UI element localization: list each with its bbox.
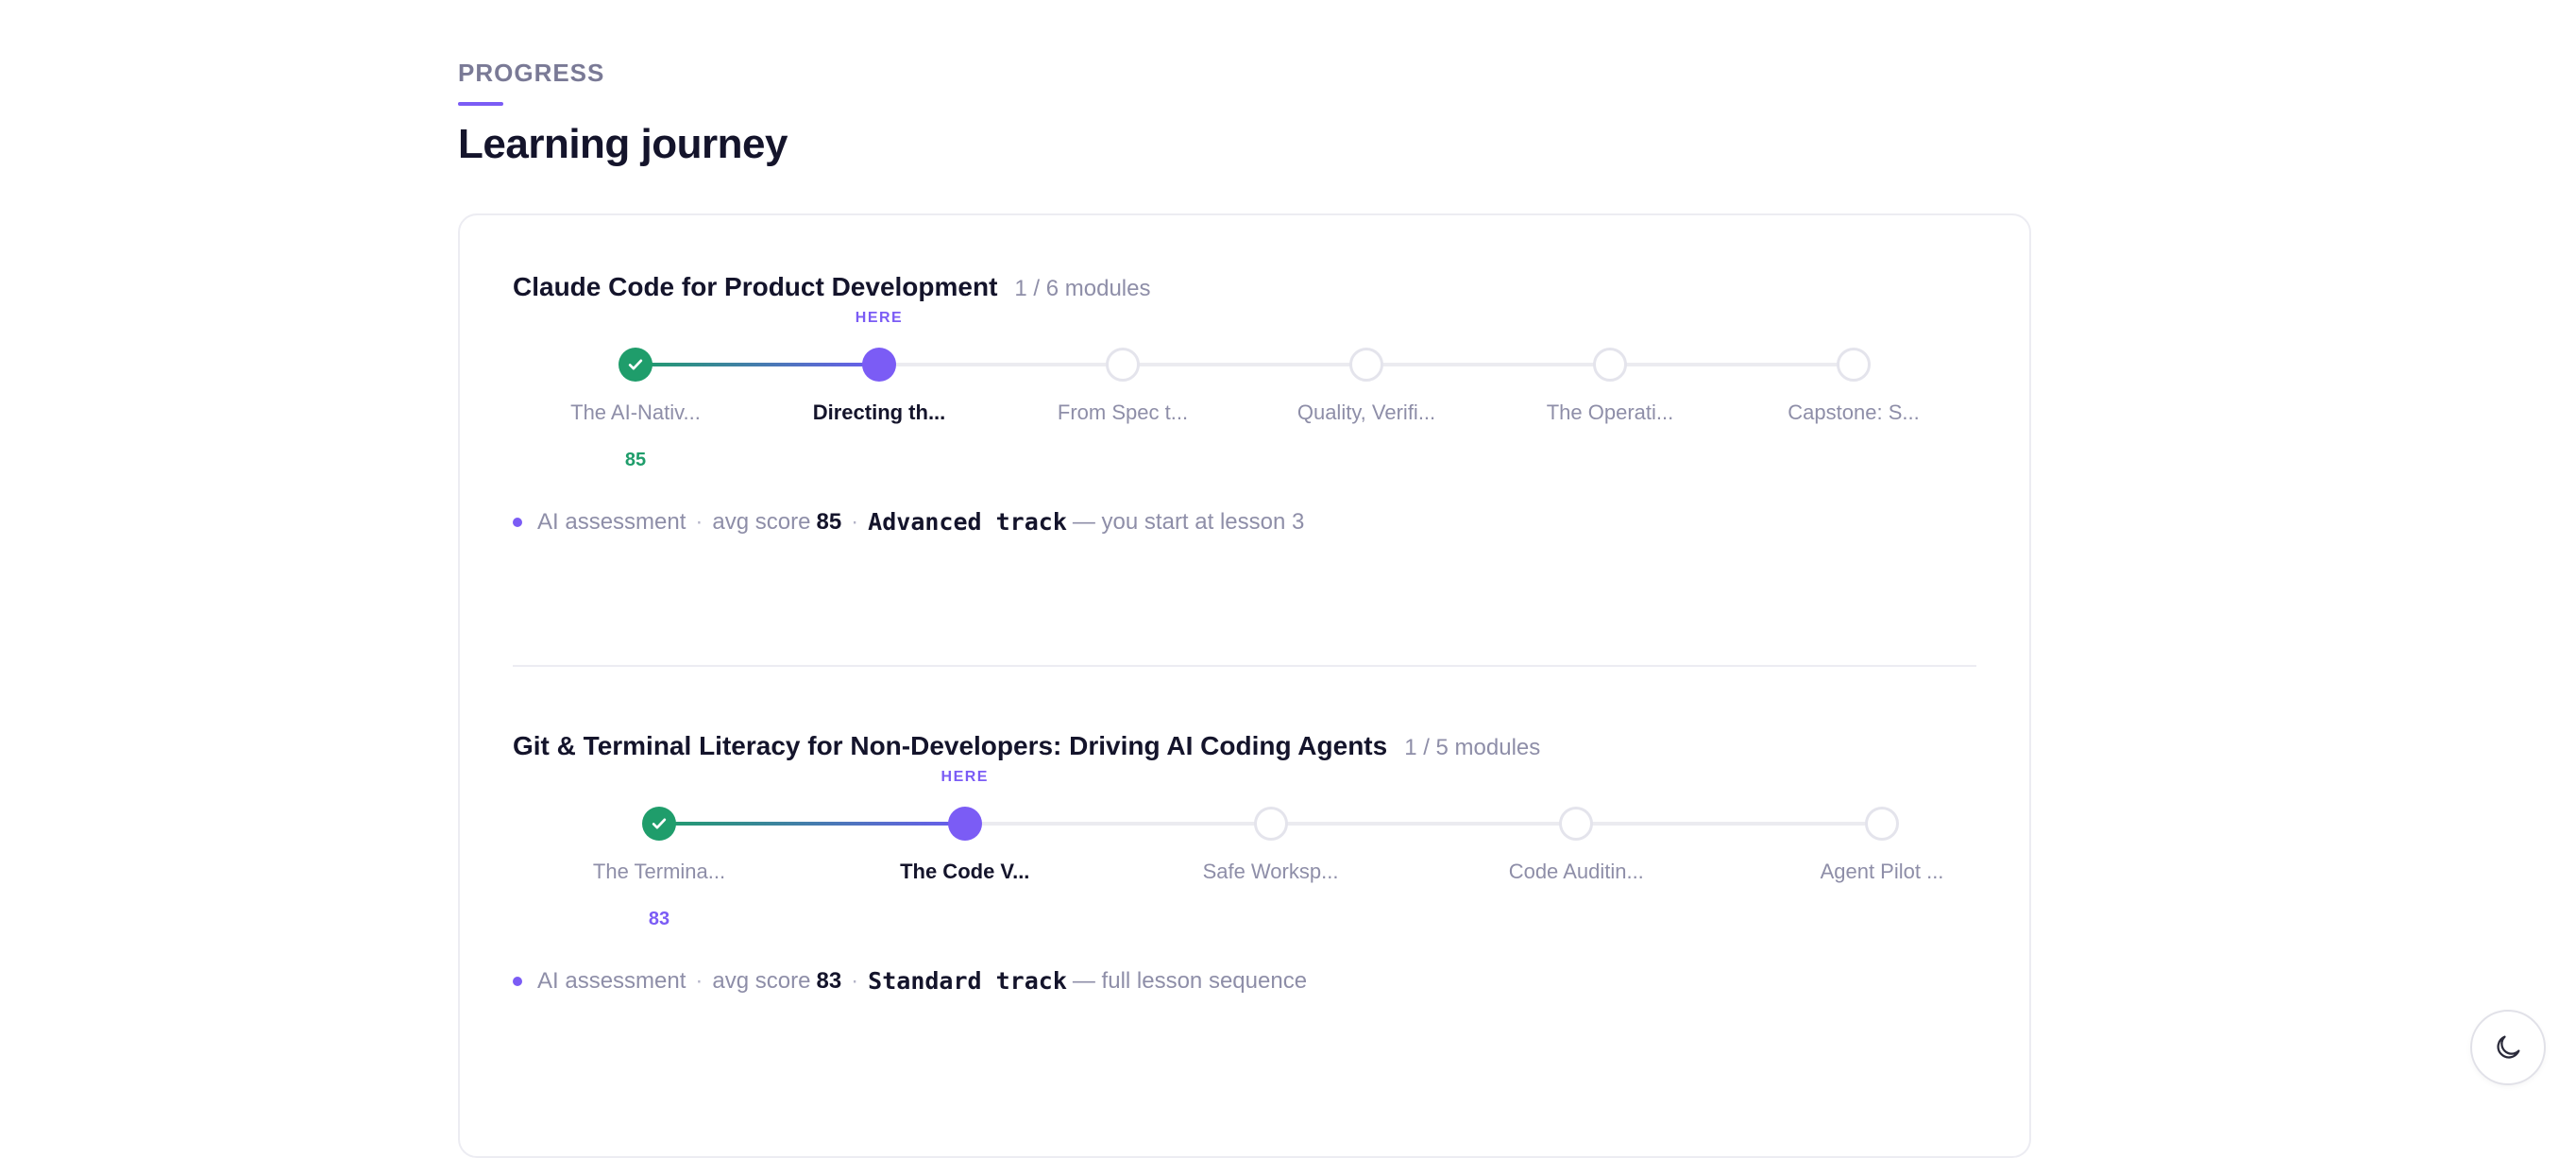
separator: ·	[851, 967, 859, 994]
separator: ·	[695, 508, 703, 535]
stepper-progress-fill	[659, 822, 965, 826]
separator: ·	[851, 508, 859, 535]
track-note: — full lesson sequence	[1072, 967, 1308, 994]
avg-score-value: 83	[816, 967, 842, 994]
module-label[interactable]: The Termina...	[593, 860, 725, 884]
stepper-progress-fill	[636, 363, 879, 366]
module-label[interactable]: Quality, Verifi...	[1297, 400, 1435, 425]
module-label[interactable]: Code Auditin...	[1509, 860, 1644, 884]
course-title-text: Git & Terminal Literacy for Non-Develope…	[513, 731, 1388, 760]
module-node-todo[interactable]	[1593, 348, 1627, 382]
module-label[interactable]: Safe Worksp...	[1203, 860, 1339, 884]
course-title-text: Claude Code for Product Development	[513, 272, 998, 301]
module-node-todo[interactable]	[1253, 807, 1288, 841]
module-label[interactable]: Agent Pilot ...	[1821, 860, 1944, 884]
module-node-todo[interactable]	[1865, 807, 1899, 841]
avg-score-label: avg score	[712, 967, 811, 994]
course-module-count: 1 / 5 modules	[1404, 735, 1541, 760]
section-eyebrow: PROGRESS	[458, 59, 605, 87]
track-note: — you start at lesson 3	[1072, 508, 1305, 535]
module-label[interactable]: From Spec t...	[1058, 400, 1188, 425]
course-title[interactable]: Git & Terminal Literacy for Non-Develope…	[513, 731, 1540, 761]
avg-score-value: 85	[816, 508, 842, 535]
check-icon	[652, 818, 667, 829]
track-name: Standard track	[868, 967, 1067, 995]
assessment-summary: AI assessment · avg score 85 · Advanced track…	[513, 508, 1304, 536]
check-icon	[628, 359, 643, 370]
module-label[interactable]: Directing th...	[813, 400, 946, 425]
here-marker-label: HERE	[941, 769, 989, 785]
module-score: 85	[624, 450, 647, 470]
module-node-done[interactable]	[619, 348, 652, 382]
assessment-summary: AI assessment · avg score 83 · Standard track…	[513, 967, 1307, 995]
module-node-todo[interactable]	[1559, 807, 1594, 841]
module-node-todo[interactable]	[1349, 348, 1383, 382]
module-node-current[interactable]	[947, 807, 982, 841]
journey-card: Claude Code for Product Development 1 / 6…	[458, 213, 2031, 1158]
track-name: Advanced track	[868, 508, 1067, 536]
moon-icon	[2497, 1035, 2520, 1059]
bullet-dot	[513, 517, 522, 527]
course-module-count: 1 / 6 modules	[1014, 276, 1151, 301]
module-node-todo[interactable]	[1837, 348, 1871, 382]
assessment-label: AI assessment	[537, 967, 686, 994]
avg-score-label: avg score	[712, 508, 811, 535]
module-label[interactable]: Capstone: S...	[1788, 400, 1919, 425]
theme-toggle-button[interactable]	[2470, 1010, 2546, 1085]
course-title[interactable]: Claude Code for Product Development 1 / 6…	[513, 272, 1151, 302]
module-score: 83	[648, 909, 670, 929]
course-divider	[513, 665, 1976, 667]
module-label[interactable]: The AI-Nativ...	[570, 400, 701, 425]
here-marker-label: HERE	[855, 310, 904, 326]
module-node-current[interactable]	[862, 348, 896, 382]
bullet-dot	[513, 976, 522, 986]
module-node-todo[interactable]	[1106, 348, 1140, 382]
module-node-done[interactable]	[642, 807, 676, 841]
module-label[interactable]: The Code V...	[900, 860, 1029, 884]
eyebrow-underline	[458, 102, 503, 106]
page-title: Learning journey	[458, 121, 788, 167]
assessment-label: AI assessment	[537, 508, 686, 535]
module-label[interactable]: The Operati...	[1547, 400, 1674, 425]
separator: ·	[695, 967, 703, 994]
